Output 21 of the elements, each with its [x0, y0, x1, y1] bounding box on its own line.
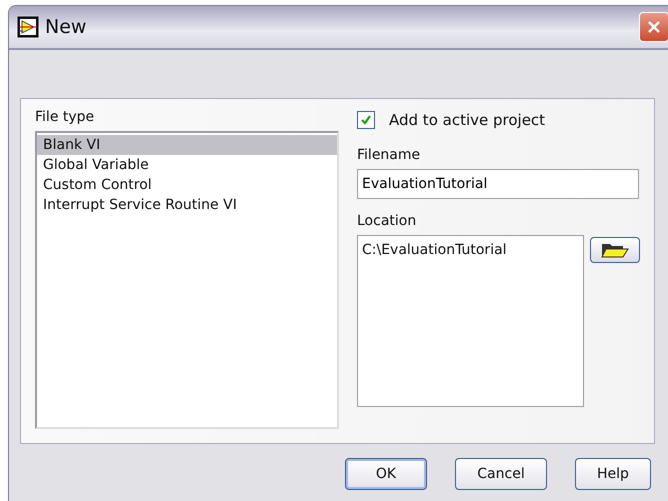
folder-icon — [601, 241, 629, 259]
dialog-button[interactable]: Cancel — [455, 458, 547, 490]
dialog-button[interactable]: OK — [345, 458, 427, 490]
file-type-label: File type — [35, 109, 96, 125]
checkbox-label: Add to active project — [389, 111, 546, 129]
list-item[interactable]: Blank VI — [37, 135, 337, 155]
dialog-button[interactable]: Help — [575, 458, 651, 490]
list-item[interactable]: Custom Control — [37, 175, 337, 195]
location-label: Location — [357, 213, 418, 229]
checkmark-icon — [360, 114, 372, 126]
window-title: New — [45, 16, 86, 38]
close-icon — [647, 20, 661, 34]
location-field[interactable]: C:\EvaluationTutorial — [357, 235, 584, 407]
app-icon — [17, 16, 39, 38]
browse-button[interactable] — [590, 237, 640, 263]
checkbox[interactable] — [357, 111, 375, 129]
list-item[interactable]: Interrupt Service Routine VI — [37, 195, 337, 215]
filename-label: Filename — [357, 147, 422, 163]
list-item[interactable]: Global Variable — [37, 155, 337, 175]
close-button[interactable] — [639, 12, 668, 42]
filename-field[interactable]: EvaluationTutorial — [357, 169, 639, 199]
